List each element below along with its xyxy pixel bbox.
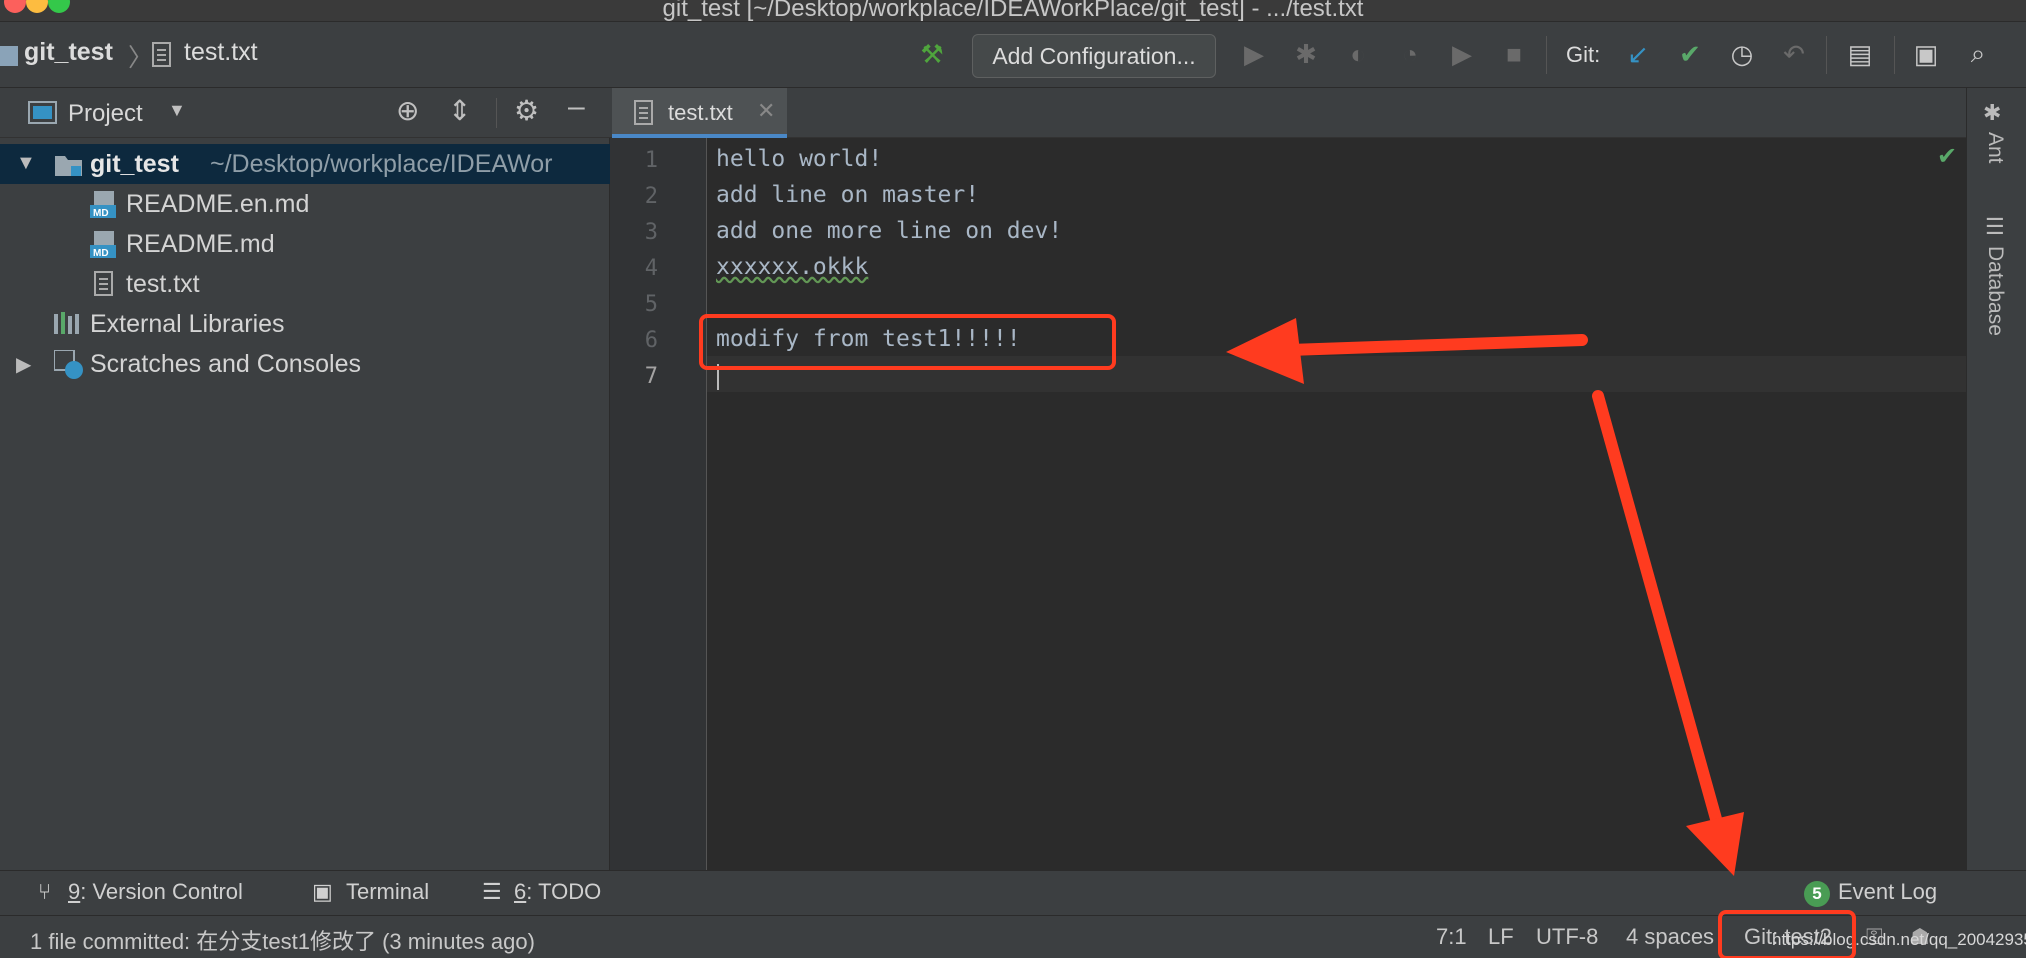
annotation-arrows <box>1226 318 1744 876</box>
annotation-arrow-horizontal <box>1226 318 1588 384</box>
annotation-arrow-diagonal <box>1592 390 1744 876</box>
